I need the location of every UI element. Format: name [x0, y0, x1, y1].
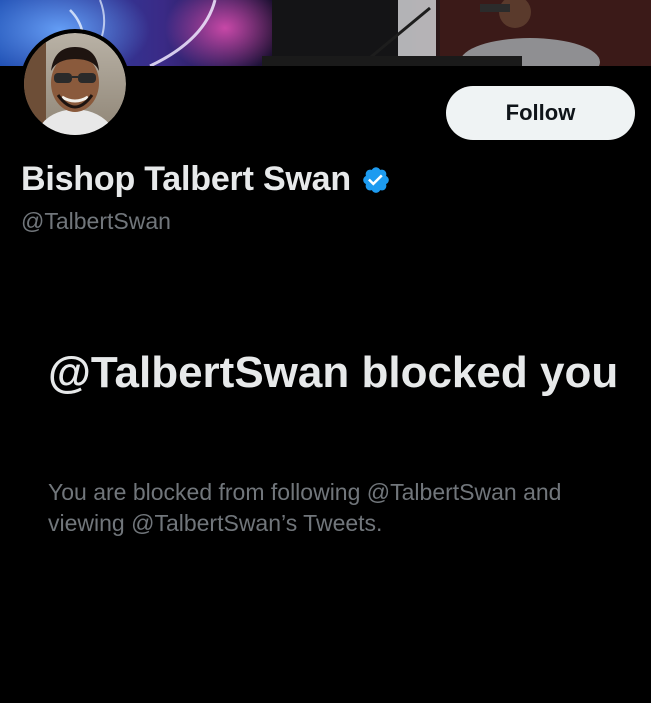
verified-badge-icon[interactable]	[361, 165, 391, 195]
profile-handle: @TalbertSwan	[21, 208, 171, 234]
profile-avatar[interactable]	[20, 29, 130, 139]
blocked-title: @TalbertSwan blocked you	[48, 348, 619, 397]
display-name-row: Bishop Talbert Swan	[21, 160, 391, 199]
display-name: Bishop Talbert Swan	[21, 160, 351, 198]
follow-button[interactable]: Follow	[446, 86, 635, 140]
blocked-description: You are blocked from following @TalbertS…	[48, 479, 562, 536]
profile-page: Follow Bishop Talbert Swan @TalbertSwan …	[0, 0, 651, 703]
